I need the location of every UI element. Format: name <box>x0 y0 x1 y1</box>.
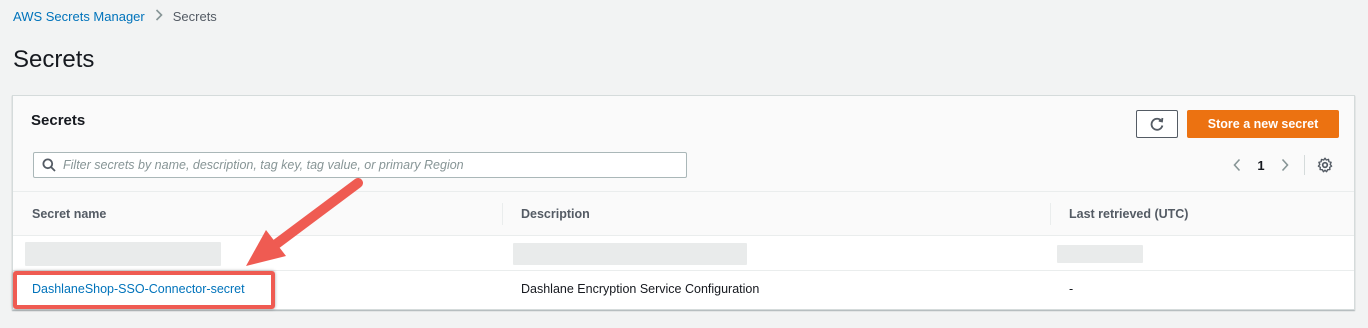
pagination-divider <box>1304 155 1305 175</box>
search-input[interactable] <box>63 153 686 177</box>
secrets-panel: Secrets Store a new secret Filter secret… <box>12 95 1355 310</box>
secret-last-retrieved: - <box>1069 281 1074 296</box>
gear-icon[interactable] <box>1315 155 1335 175</box>
table-header: Secret name Description Last retrieved (… <box>13 192 1354 236</box>
breadcrumb-link-secrets-manager[interactable]: AWS Secrets Manager <box>13 9 145 24</box>
page-number[interactable]: 1 <box>1252 158 1270 173</box>
refresh-button[interactable] <box>1136 110 1178 138</box>
redacted-secret-name <box>25 236 221 271</box>
page-title: Secrets <box>13 46 95 73</box>
column-header-last-retrieved[interactable]: Last retrieved (UTC) <box>1069 192 1188 236</box>
secret-name-link[interactable]: DashlaneShop-SSO-Connector-secret <box>32 282 245 296</box>
column-header-secret-name[interactable]: Secret name <box>32 192 106 236</box>
chevron-right-icon[interactable] <box>1274 154 1296 176</box>
secret-description: Dashlane Encryption Service Configuratio… <box>521 281 760 296</box>
redacted-description <box>513 236 747 271</box>
table-row[interactable] <box>13 236 1354 271</box>
breadcrumb-separator-icon <box>155 8 163 24</box>
search-icon <box>42 158 56 172</box>
breadcrumb-current: Secrets <box>172 8 217 24</box>
search-field[interactable] <box>33 152 687 178</box>
column-divider <box>502 203 503 225</box>
refresh-icon <box>1149 116 1165 132</box>
secrets-table: Secret name Description Last retrieved (… <box>13 192 1354 306</box>
redacted-last-retrieved <box>1057 236 1143 271</box>
column-header-description[interactable]: Description <box>521 192 590 236</box>
panel-title: Secrets <box>31 112 86 129</box>
store-new-secret-button[interactable]: Store a new secret <box>1187 110 1339 138</box>
panel-header: Secrets Store a new secret Filter secret… <box>13 96 1354 192</box>
breadcrumb: AWS Secrets Manager Secrets <box>13 8 217 24</box>
chevron-left-icon[interactable] <box>1226 154 1248 176</box>
table-row[interactable]: DashlaneShop-SSO-Connector-secret Dashla… <box>13 271 1354 306</box>
column-divider <box>1050 203 1051 225</box>
pagination: 1 <box>1226 154 1335 176</box>
